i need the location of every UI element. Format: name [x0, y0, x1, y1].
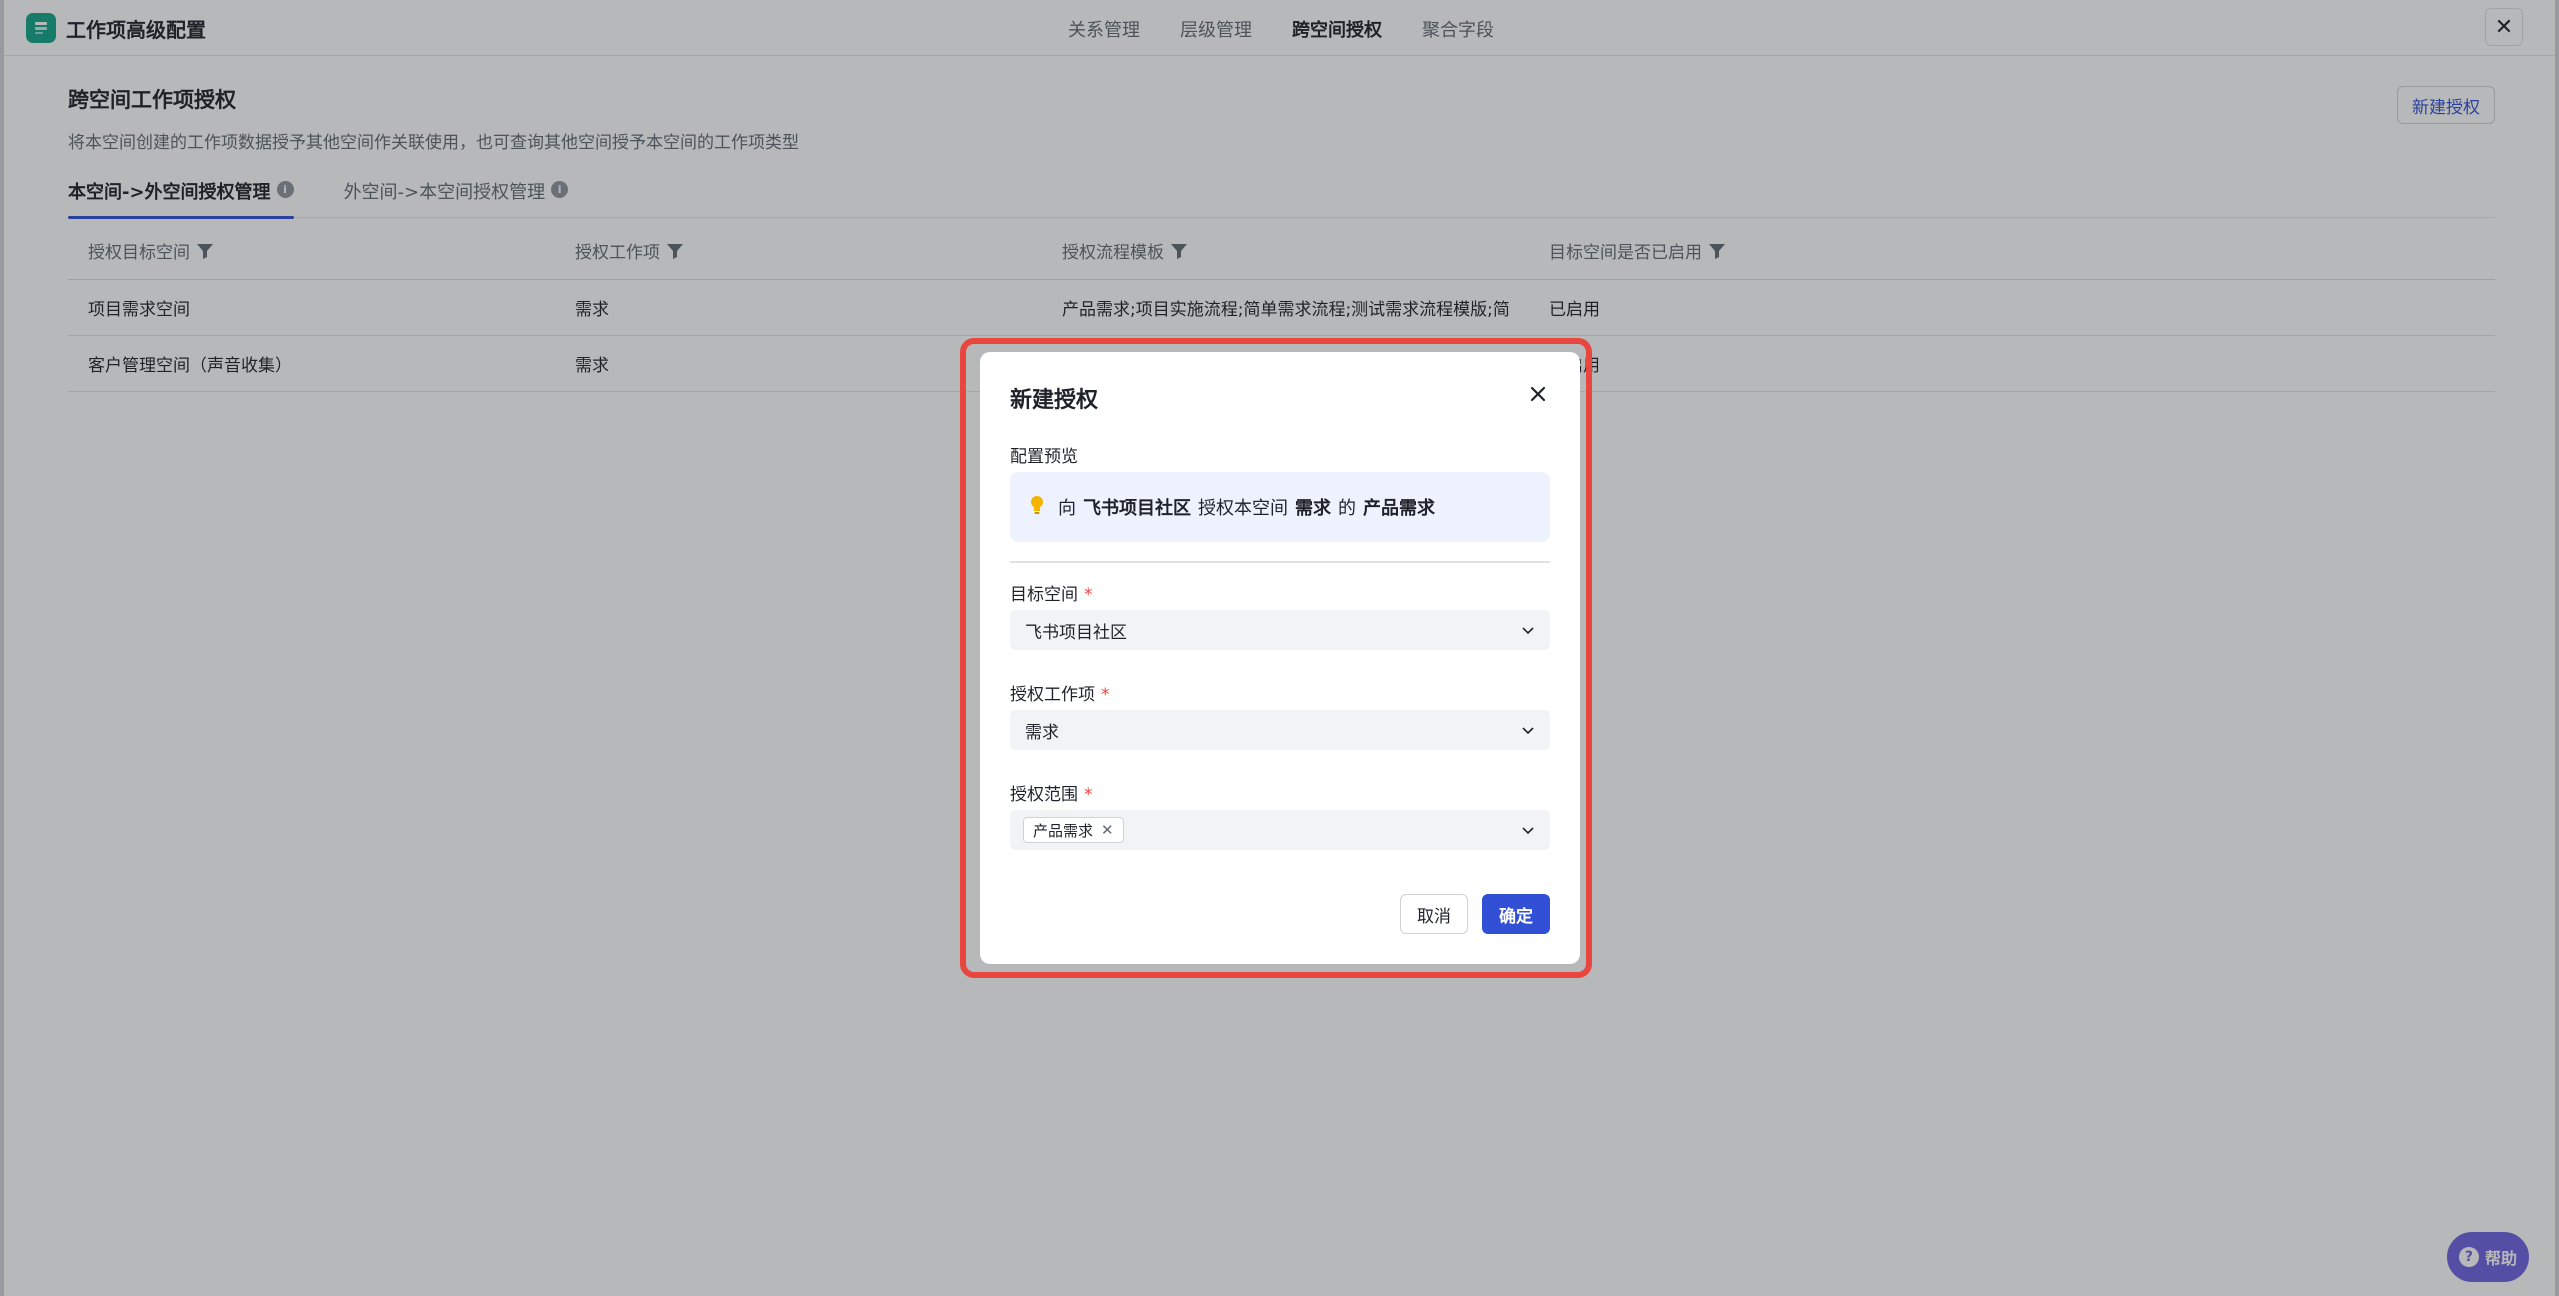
- chevron-down-icon: [1522, 627, 1534, 635]
- scope-select[interactable]: 产品需求 ✕: [1010, 810, 1550, 850]
- work-item-select[interactable]: 需求: [1010, 710, 1550, 750]
- remove-tag-icon[interactable]: ✕: [1101, 821, 1114, 839]
- chevron-down-icon: [1522, 827, 1534, 835]
- target-space-value: 飞书项目社区: [1025, 622, 1127, 643]
- lightbulb-icon: [1030, 495, 1044, 520]
- config-preview: 向飞书项目社区 授权本空间 需求的产品需求: [1010, 472, 1550, 542]
- target-space-select[interactable]: 飞书项目社区: [1010, 610, 1550, 650]
- scope-label: 授权范围 *: [1010, 785, 1093, 805]
- close-icon: [1530, 386, 1546, 402]
- dialog-close-button[interactable]: [1524, 380, 1552, 408]
- divider: [1010, 561, 1550, 563]
- preview-label: 配置预览: [1010, 447, 1078, 467]
- work-item-label: 授权工作项 *: [1010, 685, 1110, 705]
- scope-tag: 产品需求 ✕: [1023, 817, 1124, 843]
- confirm-button[interactable]: 确定: [1482, 894, 1550, 934]
- new-authorization-dialog: 新建授权 配置预览 向飞书项目社区 授权本空间 需求的产品需求 目标空间 * 飞书项目…: [980, 352, 1580, 964]
- chevron-down-icon: [1522, 727, 1534, 735]
- work-item-value: 需求: [1025, 722, 1059, 743]
- dialog-title: 新建授权: [1010, 388, 1099, 413]
- preview-text: 向飞书项目社区 授权本空间 需求的产品需求: [1058, 498, 1435, 519]
- target-space-label: 目标空间 *: [1010, 585, 1093, 605]
- cancel-button[interactable]: 取消: [1400, 894, 1468, 934]
